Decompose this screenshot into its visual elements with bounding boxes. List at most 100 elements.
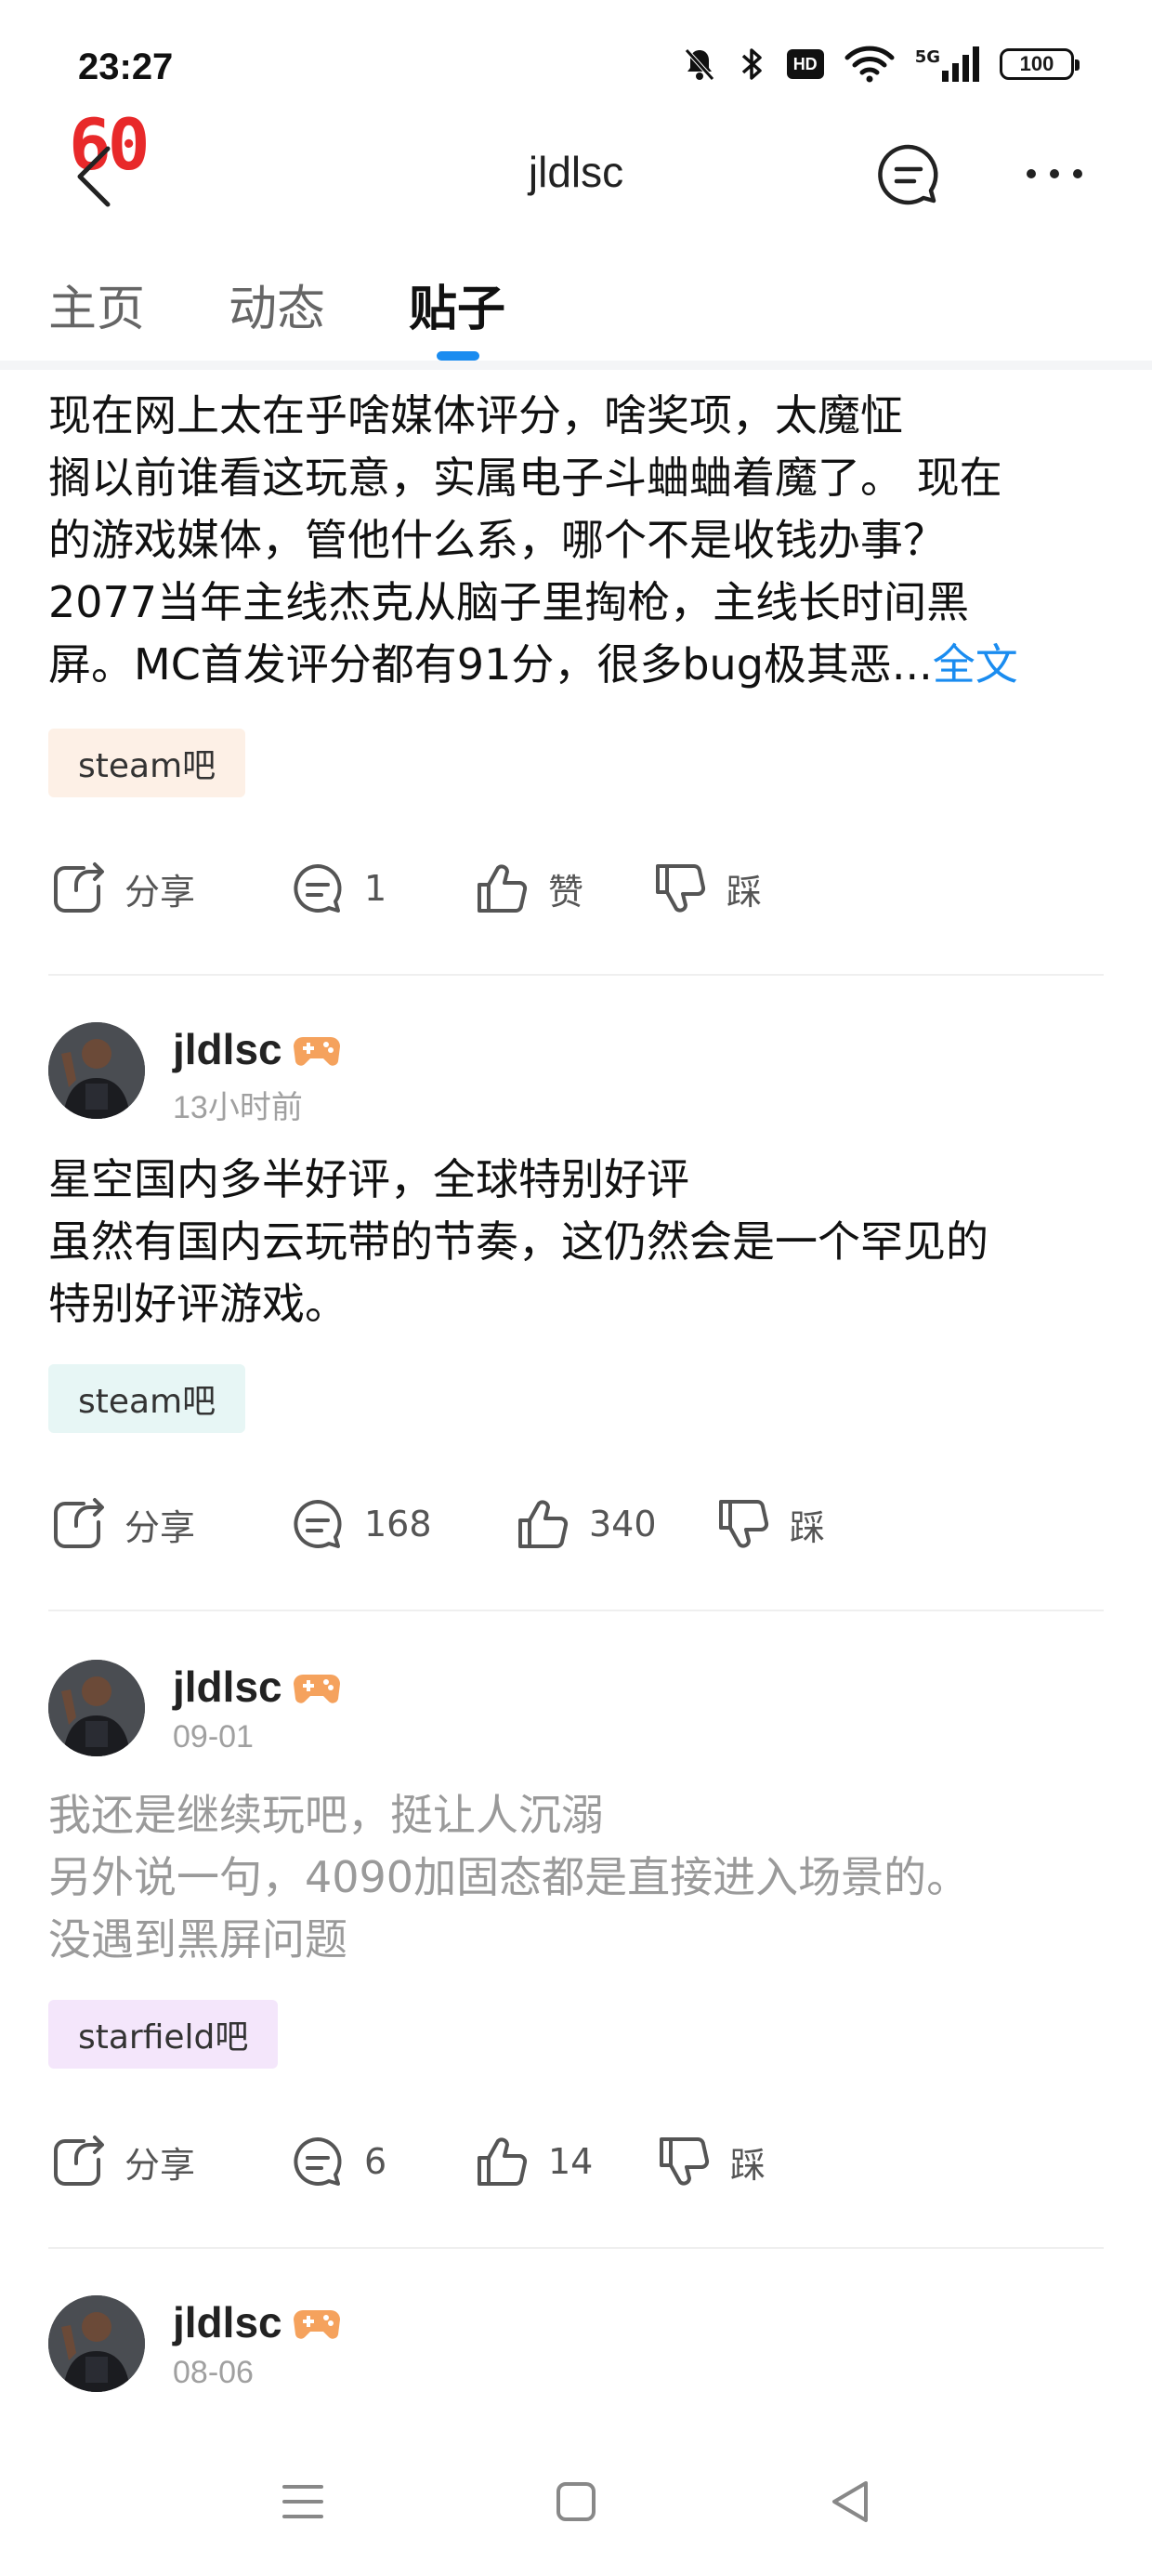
comment-count: 168 [364,1504,432,1544]
dislike-button[interactable]: 踩 [654,2124,766,2199]
signal-type: 5G [914,46,940,67]
post-actions: 分享 6 14 踩 [48,2124,1107,2199]
avatar[interactable] [48,1660,145,1756]
post-line: 虽然有国内云玩带的节奏，这仍然会是一个罕见的 [48,1216,988,1267]
share-label: 分享 [124,2144,196,2186]
forum-tag[interactable]: steam吧 [48,729,246,797]
post-line: 没遇到黑屏问题 [48,1914,347,1965]
menu-icon[interactable] [273,2472,333,2531]
comment-icon [294,2137,342,2186]
post-actions: 分享 1 赞 踩 [48,851,1107,926]
forum-tag[interactable]: starfield吧 [48,2000,279,2069]
comment-icon [294,1500,342,1548]
gamepad-icon [294,1037,340,1066]
thumbs-down-icon [656,864,706,913]
forum-tag[interactable]: steam吧 [48,1364,246,1433]
avatar-image [48,1022,145,1119]
bluetooth-icon [739,45,766,84]
comment-button[interactable]: 6 [288,2124,386,2199]
comment-button[interactable]: 168 [288,1487,432,1561]
post-content[interactable]: 星空国内多半好评，全球特别好评 虽然有国内云玩带的节奏，这仍然会是一个罕见的 特… [48,1149,1107,1335]
active-tab-indicator [437,351,479,361]
status-bar: 23:27 HD 5G 100 [0,0,1152,130]
tab-divider [0,361,1152,370]
gamepad-icon [294,2310,340,2339]
post-line: 屏。MC首发评分都有91分，很多bug极其恶... [48,639,933,690]
comment-count: 1 [364,868,387,909]
post-author[interactable]: jldlsc 08-06 [48,2295,1107,2398]
system-nav-bar [0,2416,1152,2576]
post-author[interactable]: jldlsc 09-01 [48,1660,1107,1762]
gamepad-icon [294,1675,340,1703]
home-square-icon[interactable] [546,2472,606,2531]
like-button[interactable]: 340 [513,1487,657,1561]
post-line: 星空国内多半好评，全球特别好评 [48,1154,689,1204]
dislike-label: 踩 [790,1506,826,1548]
post-content[interactable]: 我还是继续玩吧，挺让人沉溺 另外说一句，4090加固态都是直接进入场景的。 没遇… [48,1784,1107,1971]
read-full-link[interactable]: 全文 [933,639,1018,690]
share-button[interactable]: 分享 [48,1487,195,1561]
profile-tabs: 主页 动态 贴子 [0,269,1152,361]
avatar-image [48,2295,145,2392]
back-triangle-icon[interactable] [821,2472,881,2531]
post-time: 09-01 [173,1719,254,1755]
share-button[interactable]: 分享 [48,2124,195,2199]
post-line: 现在网上太在乎啥媒体评分，啥奖项，太魔怔 [48,390,903,440]
like-button[interactable]: 14 [472,2124,593,2199]
tab-activity[interactable]: 动态 [229,269,325,339]
dislike-label: 踩 [727,871,763,913]
post-line: 我还是继续玩吧，挺让人沉溺 [48,1790,604,1840]
post-divider [48,2247,1104,2249]
author-name[interactable]: jldlsc [173,2297,282,2347]
post-line: 另外说一句，4090加固态都是直接进入场景的。 [48,1852,970,1902]
mute-bell-icon [681,46,718,83]
post-divider [48,974,1104,976]
share-button[interactable]: 分享 [48,851,195,926]
like-count: 赞 [548,871,584,913]
post-line: 2077当年主线杰克从脑子里掏枪，主线长时间黑 [48,577,970,627]
battery-indicator: 100 [1000,48,1080,80]
comment-count: 6 [364,2141,387,2182]
share-icon [54,2136,104,2186]
post-line: 的游戏媒体，管他什么系，哪个不是收钱办事？ [48,515,946,565]
ellipsis-icon [1027,169,1082,178]
tab-posts[interactable]: 贴子 [409,269,505,339]
wifi-icon [844,46,895,83]
like-count: 14 [548,2141,594,2182]
thumbs-down-icon [660,2137,710,2186]
thumbs-down-icon [719,1500,769,1548]
author-name[interactable]: jldlsc [173,1662,282,1712]
status-time: 23:27 [78,46,174,87]
chat-bubble-icon [878,144,938,205]
more-button[interactable] [1022,151,1087,197]
dislike-button[interactable]: 踩 [713,1487,825,1561]
thumbs-up-icon [518,1500,569,1548]
dislike-button[interactable]: 踩 [650,851,762,926]
comment-button[interactable]: 1 [288,851,386,926]
post-divider [48,1610,1104,1611]
post-time: 13小时前 [173,1090,303,1125]
avatar-image [48,1660,145,1756]
page-title: jldlsc [528,148,624,196]
post-content[interactable]: 现在网上太在乎啥媒体评分，啥奖项，太魔怔 搁以前谁看这玩意，实属电子斗蛐蛐着魔了… [48,385,1107,696]
post-line: 搁以前谁看这玩意，实属电子斗蛐蛐着魔了。 现在 [48,453,1002,503]
author-name[interactable]: jldlsc [173,1024,282,1074]
share-icon [54,1498,104,1548]
message-button[interactable] [875,141,942,208]
status-icons: HD 5G 100 [681,45,1080,84]
comment-icon [294,864,342,913]
share-label: 分享 [124,1506,196,1548]
hd-badge: HD [786,49,824,79]
post-line-with-more: 屏。MC首发评分都有91分，很多bug极其恶...全文 [48,634,1107,696]
like-button[interactable]: 赞 [472,851,583,926]
post-line: 特别好评游戏。 [48,1279,347,1329]
avatar[interactable] [48,2295,145,2392]
thumbs-up-icon [478,2137,528,2186]
avatar[interactable] [48,1022,145,1119]
thumbs-up-icon [478,864,528,913]
tab-home[interactable]: 主页 [48,269,145,339]
like-count: 340 [589,1504,657,1544]
post-author[interactable]: jldlsc 13小时前 [48,1022,1107,1125]
share-icon [54,862,104,913]
dislike-label: 踩 [730,2144,766,2186]
